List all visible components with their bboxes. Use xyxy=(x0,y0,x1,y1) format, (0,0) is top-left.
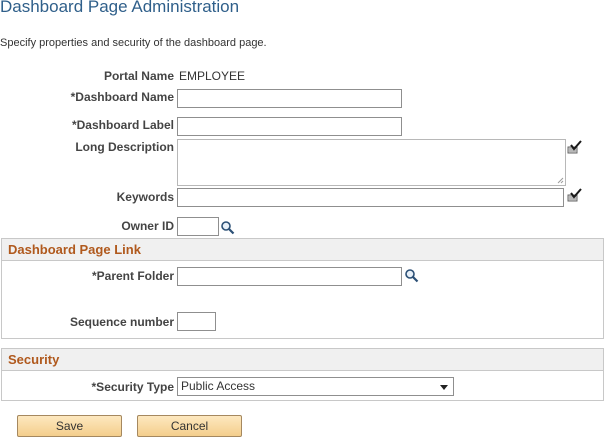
page-title: Dashboard Page Administration xyxy=(0,0,240,16)
keywords-label: Keywords xyxy=(116,190,174,204)
portal-name-label: Portal Name xyxy=(103,69,174,83)
dashboard-page-link-header: Dashboard Page Link xyxy=(1,238,604,261)
sequence-number-label: Sequence number xyxy=(69,315,174,329)
dashboard-name-label: *Dashboard Name xyxy=(70,90,174,104)
lookup-magnifier-icon[interactable] xyxy=(220,220,235,235)
dashboard-label-input[interactable] xyxy=(177,117,402,136)
owner-id-label: Owner ID xyxy=(121,219,174,233)
parent-folder-label: *Parent Folder xyxy=(91,269,174,283)
spellcheck-icon[interactable] xyxy=(566,187,582,203)
portal-name-value: EMPLOYEE xyxy=(179,69,246,83)
security-type-value: Public Access xyxy=(181,379,256,393)
long-description-textarea[interactable] xyxy=(177,139,566,186)
cancel-button[interactable]: Cancel xyxy=(137,415,242,437)
page-instructions: Specify properties and security of the d… xyxy=(0,37,267,49)
parent-folder-input[interactable] xyxy=(177,267,402,286)
resize-grip-icon[interactable] xyxy=(557,177,564,184)
security-header: Security xyxy=(1,348,604,371)
spellcheck-icon[interactable] xyxy=(566,139,582,155)
long-description-label: Long Description xyxy=(75,140,174,154)
security-type-label: *Security Type xyxy=(91,380,174,394)
lookup-magnifier-icon[interactable] xyxy=(404,268,419,283)
dashboard-name-input[interactable] xyxy=(177,89,402,108)
dashboard-page-link-title: Dashboard Page Link xyxy=(8,242,141,257)
keywords-input[interactable] xyxy=(177,188,564,207)
sequence-number-input[interactable] xyxy=(177,312,216,331)
chevron-down-icon xyxy=(440,385,448,390)
dashboard-label-label: *Dashboard Label xyxy=(71,118,174,132)
security-title: Security xyxy=(8,352,60,367)
save-button[interactable]: Save xyxy=(17,415,122,437)
security-type-select[interactable]: Public Access xyxy=(177,377,454,396)
owner-id-input[interactable] xyxy=(177,217,219,236)
